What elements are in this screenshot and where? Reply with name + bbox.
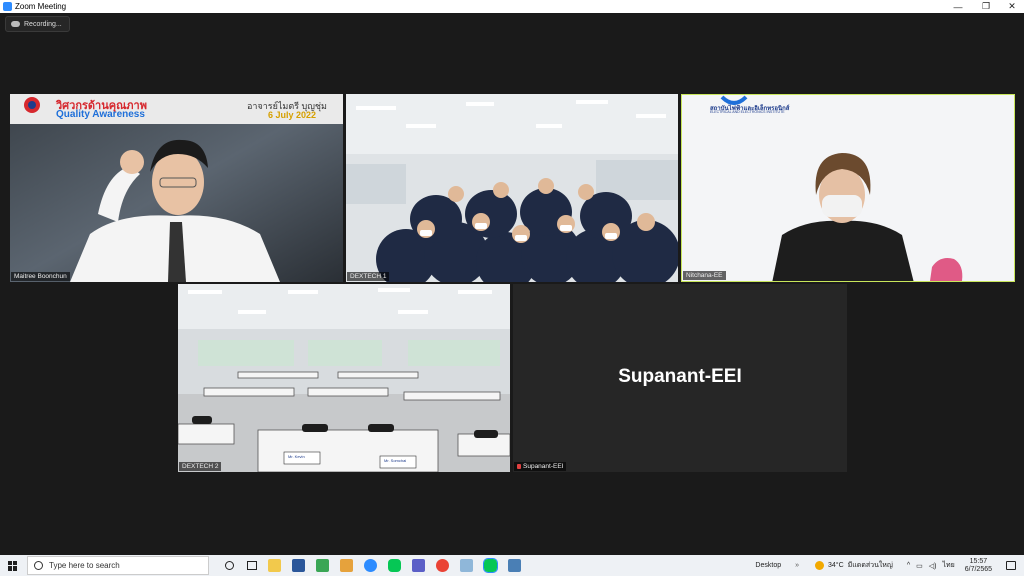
- search-icon: [34, 561, 43, 570]
- recording-indicator[interactable]: Recording...: [5, 16, 70, 32]
- zoom-taskbar-icon[interactable]: [364, 559, 377, 572]
- slide-date: 6 July 2022: [268, 110, 317, 120]
- app-icon[interactable]: [460, 559, 473, 572]
- video-feed: [682, 95, 1014, 281]
- file-explorer-icon[interactable]: [268, 559, 281, 572]
- windows-start-icon[interactable]: [8, 560, 18, 571]
- weather-desc[interactable]: มีแดดส่วนใหญ่: [848, 560, 893, 571]
- participant-name: Supanant-EEI: [523, 463, 564, 470]
- weather-sun-icon[interactable]: [815, 561, 825, 570]
- mic-muted-icon: [517, 463, 521, 469]
- participant-name: DEXTECH 1: [347, 272, 390, 281]
- line-active-icon[interactable]: [483, 558, 498, 573]
- minimize-button[interactable]: —: [946, 0, 970, 13]
- clock-date: 6/7/2565: [964, 565, 992, 573]
- clock[interactable]: 15:57 6/7/2565: [965, 558, 992, 574]
- network-icon[interactable]: ▭: [916, 562, 923, 570]
- system-tray: Desktop » 34°C มีแดดส่วนใหญ่ ^ ▭ ◁) ไทย …: [755, 555, 1024, 576]
- video-tile-maitree[interactable]: วิศวกรด้านคุณภาพ Quality Awareness อาจาร…: [10, 94, 343, 282]
- video-tile-dextech-1[interactable]: DEXTECH 1: [346, 94, 678, 282]
- maximize-button[interactable]: ❐: [974, 0, 998, 13]
- video-feed: [178, 284, 510, 472]
- image-viewer-icon[interactable]: [508, 559, 521, 572]
- nameplate-2: Mr. Somchai: [384, 458, 407, 463]
- task-view-icon[interactable]: [247, 561, 257, 570]
- windows-taskbar: Type here to search Desktop » 34°C มีแดด…: [0, 555, 1024, 576]
- video-tile-nitchana[interactable]: สถาบันไฟฟ้าและอิเล็กทรอนิกส์ ELECTRICAL …: [681, 94, 1015, 282]
- participant-name: Maitree Boonchun: [11, 272, 70, 281]
- volume-icon[interactable]: ◁): [929, 562, 937, 570]
- zoom-app-icon: [3, 2, 12, 11]
- input-language[interactable]: ไทย: [943, 560, 955, 571]
- title-bar: Zoom Meeting — ❐ ✕: [0, 0, 1024, 13]
- participant-name: Nitchana-EE: [683, 271, 726, 280]
- video-tile-supanant[interactable]: Supanant-EEI Supanant-EEI: [513, 284, 847, 472]
- participant-name: DEXTECH 2: [179, 462, 222, 471]
- video-feed: [346, 94, 678, 282]
- tray-overflow-icon[interactable]: ^: [907, 562, 910, 569]
- cloud-recording-icon: [11, 21, 20, 27]
- video-tile-dextech-2[interactable]: Mr. Kevin Mr. Somchai DEXTECH 2: [178, 284, 510, 472]
- photos-icon[interactable]: [316, 559, 329, 572]
- line-icon[interactable]: [388, 559, 401, 572]
- window-title: Zoom Meeting: [15, 2, 67, 11]
- weather-temp[interactable]: 34°C: [828, 562, 844, 569]
- close-button[interactable]: ✕: [1000, 0, 1024, 13]
- folder-icon[interactable]: [340, 559, 353, 572]
- slide-subtitle: Quality Awareness: [56, 109, 145, 120]
- participant-display-name: Supanant-EEI: [618, 366, 742, 387]
- background-org-english: ELECTRICAL AND ELECTRONICS INSTITUTE: [710, 110, 785, 114]
- search-placeholder: Type here to search: [49, 561, 120, 570]
- clock-time: 15:57: [969, 557, 988, 565]
- chevron-icon[interactable]: »: [795, 562, 799, 569]
- cortana-icon[interactable]: [225, 561, 234, 570]
- teams-icon[interactable]: [412, 559, 425, 572]
- nameplate-1: Mr. Kevin: [288, 454, 305, 459]
- video-feed: [10, 94, 343, 282]
- recording-label: Recording...: [24, 20, 62, 28]
- desktop-toolbar[interactable]: Desktop: [755, 562, 781, 569]
- taskbar-search[interactable]: Type here to search: [27, 556, 209, 575]
- notification-icon[interactable]: [1006, 561, 1016, 570]
- participant-name-label: Supanant-EEI: [514, 462, 567, 471]
- chrome-icon[interactable]: [436, 559, 449, 572]
- word-icon[interactable]: [292, 559, 305, 572]
